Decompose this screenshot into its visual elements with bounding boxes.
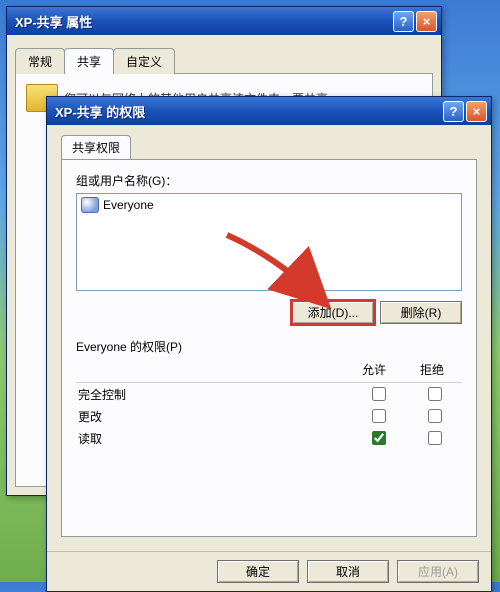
- perm-close-button[interactable]: ×: [466, 101, 487, 122]
- permissions-for-label: Everyone 的权限(P): [76, 338, 462, 355]
- deny-header: 拒绝: [420, 361, 444, 378]
- group-users-listbox[interactable]: Everyone: [76, 193, 462, 291]
- allow-read-checkbox[interactable]: [372, 431, 386, 445]
- ok-button[interactable]: 确定: [217, 560, 299, 583]
- perm-label: 更改: [76, 408, 350, 425]
- back-window-title: XP-共享 属性: [15, 12, 391, 31]
- group-users-label: 组或用户名称(G)：: [76, 172, 462, 189]
- tab-custom[interactable]: 自定义: [113, 48, 175, 74]
- help-button[interactable]: ?: [393, 11, 414, 32]
- perm-row-full-control: 完全控制: [76, 383, 462, 405]
- cancel-button[interactable]: 取消: [307, 560, 389, 583]
- perm-label: 读取: [76, 430, 350, 447]
- allow-change-checkbox[interactable]: [372, 409, 386, 423]
- close-button[interactable]: ×: [416, 11, 437, 32]
- perm-row-change: 更改: [76, 405, 462, 427]
- group-icon: [81, 197, 99, 213]
- add-button[interactable]: 添加(D)...: [292, 301, 374, 324]
- remove-button[interactable]: 删除(R): [380, 301, 462, 324]
- list-item-everyone[interactable]: Everyone: [79, 196, 459, 214]
- tab-general[interactable]: 常规: [15, 48, 65, 74]
- tab-share[interactable]: 共享: [64, 48, 114, 74]
- allow-full-control-checkbox[interactable]: [372, 387, 386, 401]
- perm-row-read: 读取: [76, 427, 462, 449]
- allow-header: 允许: [362, 361, 386, 378]
- deny-read-checkbox[interactable]: [428, 431, 442, 445]
- back-window-titlebar: XP-共享 属性 ? ×: [7, 7, 441, 35]
- perm-window-title: XP-共享 的权限: [55, 102, 441, 121]
- perm-label: 完全控制: [76, 386, 350, 403]
- tab-share-permissions[interactable]: 共享权限: [61, 135, 131, 159]
- apply-button: 应用(A): [397, 560, 479, 583]
- perm-window-titlebar: XP-共享 的权限 ? ×: [47, 97, 491, 125]
- deny-change-checkbox[interactable]: [428, 409, 442, 423]
- deny-full-control-checkbox[interactable]: [428, 387, 442, 401]
- perm-help-button[interactable]: ?: [443, 101, 464, 122]
- list-item-label: Everyone: [103, 198, 154, 212]
